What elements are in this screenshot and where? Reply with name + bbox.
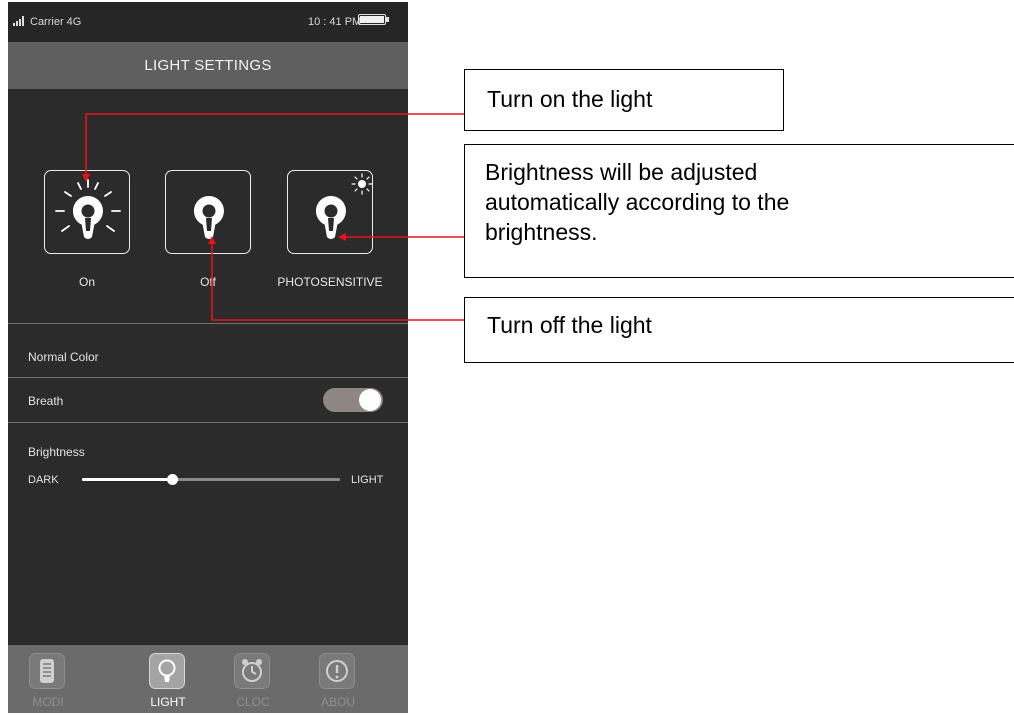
- arrow-turn-on: [82, 113, 464, 182]
- arrow-turn-off: [208, 236, 464, 321]
- annotation-arrows: [82, 113, 464, 321]
